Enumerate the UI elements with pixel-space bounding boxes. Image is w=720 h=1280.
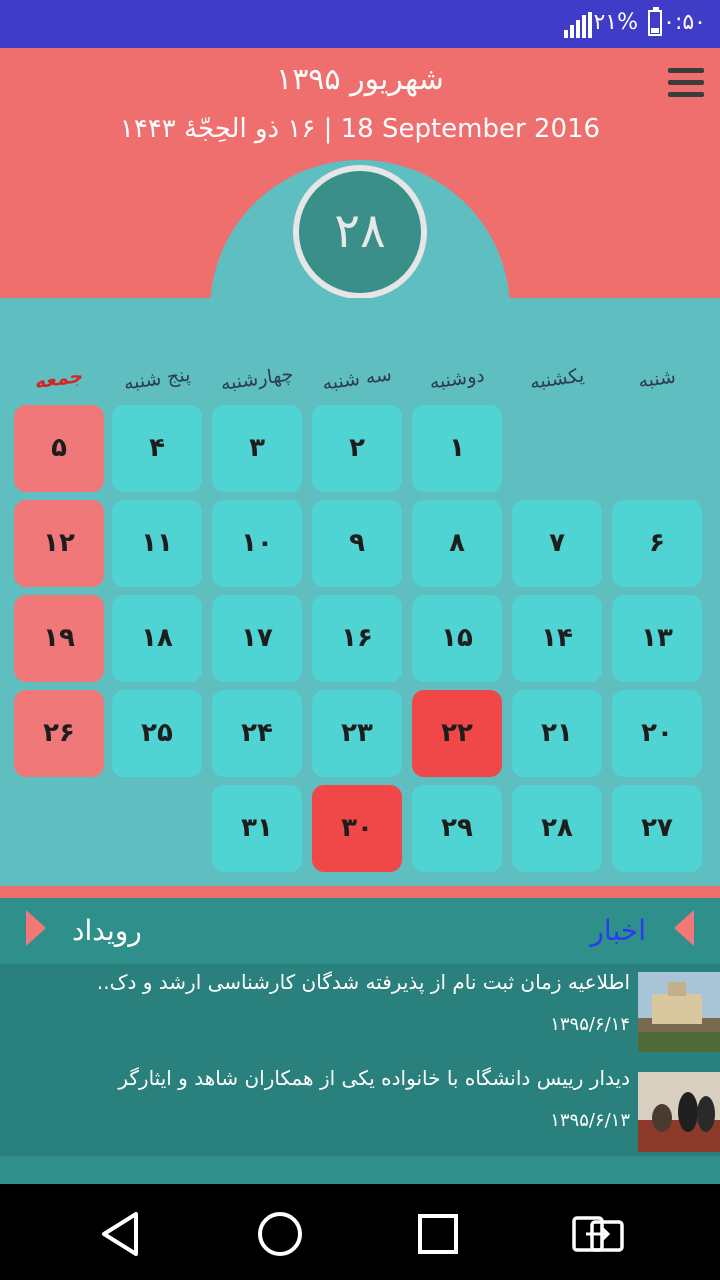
news-item[interactable]: دیدار رییس دانشگاه با خانواده یکی از همک…: [0, 1060, 720, 1156]
day-cell[interactable]: ۲۹: [412, 785, 502, 872]
tab-news[interactable]: اخبار: [590, 914, 646, 947]
gregorian-date: 18 September 2016: [340, 114, 601, 144]
news-title: اطلاعیه زمان ثبت نام از پذیرفته شدگان کا…: [96, 970, 630, 994]
screen-rotate-icon[interactable]: [568, 1204, 628, 1264]
day-cell[interactable]: ۶: [612, 500, 702, 587]
day-cell[interactable]: ۱۳: [612, 595, 702, 682]
date-line: ۱۶ ذو الحِجّهٔ ۱۴۴۳ | 18 September 2016: [0, 114, 720, 144]
date-separator: |: [323, 114, 333, 144]
section-divider: [0, 886, 720, 898]
day-cell[interactable]: ۲۷: [612, 785, 702, 872]
day-cell[interactable]: ۱۸: [112, 595, 202, 682]
day-cell[interactable]: ۹: [312, 500, 402, 587]
status-time: ۰:۵۰: [663, 10, 706, 35]
day-cell[interactable]: ۲۴: [212, 690, 302, 777]
day-cell[interactable]: ۱۶: [312, 595, 402, 682]
news-date: ۱۳۹۵/۶/۱۳: [550, 1110, 630, 1131]
month-year-title: شهریور ۱۳۹۵: [276, 62, 444, 97]
battery-icon: [648, 7, 662, 36]
news-title: دیدار رییس دانشگاه با خانواده یکی از همک…: [118, 1066, 630, 1090]
day-cell[interactable]: ۸: [412, 500, 502, 587]
day-cell[interactable]: ۲۳: [312, 690, 402, 777]
day-cell[interactable]: ۷: [512, 500, 602, 587]
day-cell[interactable]: ۵: [14, 405, 104, 492]
news-date: ۱۳۹۵/۶/۱۴: [550, 1014, 630, 1035]
day-cell[interactable]: ۱۵: [412, 595, 502, 682]
day-cell[interactable]: ۱: [412, 405, 502, 492]
hijri-date: ۱۶ ذو الحِجّهٔ ۱۴۴۳: [119, 114, 316, 144]
tab-events[interactable]: رویداد: [72, 914, 142, 947]
news-item[interactable]: اطلاعیه زمان ثبت نام از پذیرفته شدگان کا…: [0, 964, 720, 1060]
day-cell[interactable]: ۲: [312, 405, 402, 492]
day-cell[interactable]: ۲۵: [112, 690, 202, 777]
day-cell[interactable]: ۳: [212, 405, 302, 492]
prev-arrow-icon[interactable]: [26, 910, 46, 946]
day-cell[interactable]: ۳۱: [212, 785, 302, 872]
day-cell[interactable]: ۲۰: [612, 690, 702, 777]
day-cell[interactable]: ۲۶: [14, 690, 104, 777]
news-thumbnail: [638, 972, 720, 1052]
status-bar: ۲۱% ۰:۵۰: [0, 0, 720, 48]
day-cell[interactable]: ۱۱: [112, 500, 202, 587]
day-cell[interactable]: ۳۰: [312, 785, 402, 872]
day-cell[interactable]: ۱۰: [212, 500, 302, 587]
day-cell[interactable]: ۲۲: [412, 690, 502, 777]
signal-icon: [564, 12, 592, 38]
day-cell[interactable]: ۱۲: [14, 500, 104, 587]
battery-percent: ۲۱%: [593, 10, 638, 35]
home-icon[interactable]: [250, 1204, 310, 1264]
back-icon[interactable]: [92, 1204, 152, 1264]
recents-icon[interactable]: [408, 1204, 468, 1264]
navigation-bar: [0, 1184, 720, 1280]
day-cell[interactable]: ۴: [112, 405, 202, 492]
today-circle[interactable]: ۲۸: [293, 165, 427, 299]
day-cell[interactable]: ۱۹: [14, 595, 104, 682]
news-thumbnail: [638, 1072, 720, 1152]
day-cell[interactable]: ۱۷: [212, 595, 302, 682]
day-cell[interactable]: ۱۴: [512, 595, 602, 682]
next-arrow-icon[interactable]: [674, 910, 694, 946]
day-cell[interactable]: ۲۸: [512, 785, 602, 872]
day-cell[interactable]: ۲۱: [512, 690, 602, 777]
